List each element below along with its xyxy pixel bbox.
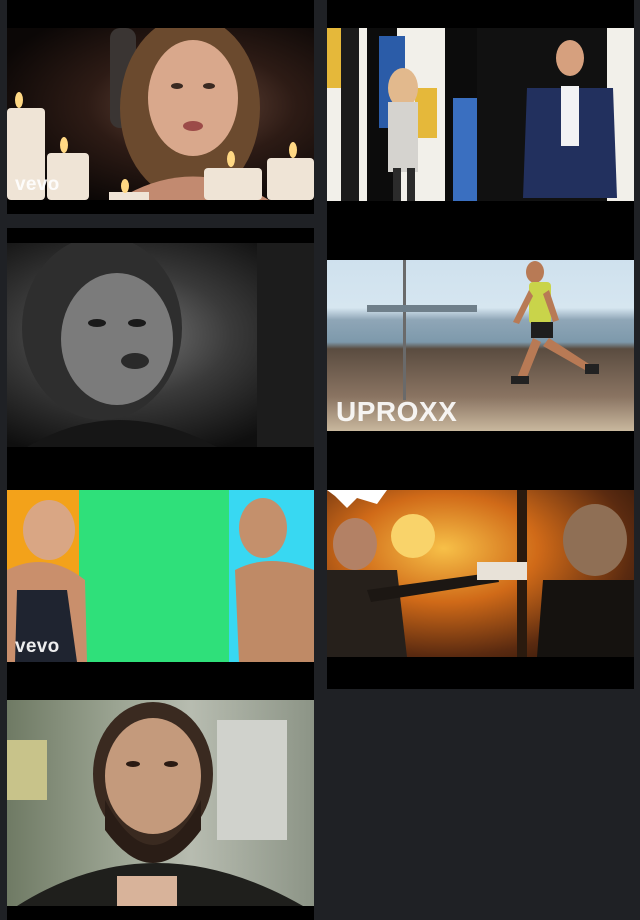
video-thumbnail-2[interactable]: [327, 0, 634, 257]
video-thumbnail-4[interactable]: UPROXX: [327, 245, 634, 485]
video-thumbnail-7[interactable]: [7, 696, 314, 920]
thumbnail-image-singer: vevo: [7, 28, 314, 200]
thumbnail-image-sunset-scene: [327, 490, 634, 657]
vevo-watermark: vevo: [15, 636, 60, 657]
thumbnail-image-bearded-man: [7, 700, 314, 906]
video-thumbnail-5[interactable]: vevo: [7, 474, 314, 696]
thumbnail-image-runner: UPROXX: [327, 260, 634, 431]
video-thumbnail-6[interactable]: [327, 474, 634, 689]
thumbnail-image-stage-talk: [327, 28, 634, 201]
video-thumbnail-1[interactable]: vevo: [7, 0, 314, 214]
video-thumbnail-3[interactable]: [7, 228, 314, 474]
vevo-watermark: vevo: [15, 174, 60, 195]
thumbnail-image-bw-portrait: [7, 243, 314, 447]
video-grid: vevo UPROXX vevo: [0, 0, 640, 920]
uproxx-watermark: UPROXX: [336, 396, 458, 427]
thumbnail-image-face-off: vevo: [7, 490, 314, 662]
